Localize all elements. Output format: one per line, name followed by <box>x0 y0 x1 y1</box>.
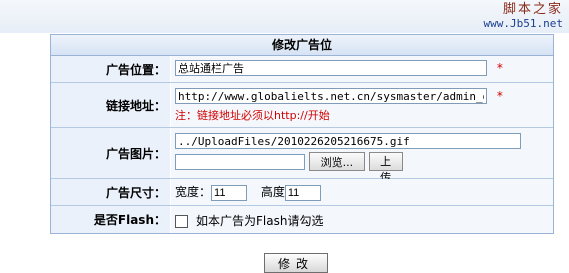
height-label: 高度 <box>260 185 285 199</box>
submit-button[interactable]: 修改 <box>264 253 328 273</box>
top-bar: 脚本之家 www.Jb51.net <box>0 0 569 33</box>
ad-size-label: 广告尺寸： <box>51 179 171 205</box>
ad-edit-panel: 修改广告位 广告位置： * 链接地址： * 注：链接地址必须以http://开始… <box>50 34 554 234</box>
row-is-flash: 是否Flash： 如本广告为Flash请勾选 <box>51 206 553 233</box>
ad-size-cell: 宽度： 高度 <box>171 179 553 205</box>
ad-image-label: 广告图片： <box>51 128 171 178</box>
is-flash-label: 是否Flash： <box>51 206 171 233</box>
row-ad-size: 广告尺寸： 宽度： 高度 <box>51 179 553 206</box>
image-path-input[interactable] <box>175 133 521 149</box>
width-input[interactable] <box>211 184 248 201</box>
row-ad-image: 广告图片： 浏览... 上传 <box>51 128 553 184</box>
ad-position-cell: * <box>171 56 553 82</box>
flash-checkbox-label: 如本广告为Flash请勾选 <box>196 214 324 228</box>
required-mark: * <box>496 61 503 75</box>
link-address-input[interactable] <box>175 88 487 104</box>
site-watermark: 脚本之家 www.Jb51.net <box>484 3 563 31</box>
flash-checkbox[interactable] <box>175 215 188 228</box>
row-ad-position: 广告位置： * <box>51 56 553 83</box>
ad-position-input[interactable] <box>175 60 487 76</box>
link-address-label: 链接地址： <box>51 83 171 127</box>
link-address-cell: * 注：链接地址必须以http://开始 <box>171 83 553 127</box>
upload-button[interactable]: 上传 <box>368 152 403 184</box>
panel-title: 修改广告位 <box>51 35 553 56</box>
link-address-note: 注：链接地址必须以http://开始 <box>175 109 330 122</box>
upload-controls: 浏览... 上传 <box>175 152 549 184</box>
watermark-url: www.Jb51.net <box>483 17 563 30</box>
width-label: 宽度： <box>175 185 212 199</box>
ad-image-cell: 浏览... 上传 <box>171 128 553 184</box>
watermark-title: 脚本之家 <box>502 2 563 17</box>
row-link-address: 链接地址： * 注：链接地址必须以http://开始 <box>51 83 553 128</box>
required-mark: * <box>496 89 503 103</box>
is-flash-cell: 如本广告为Flash请勾选 <box>171 206 553 233</box>
browse-button[interactable]: 浏览... <box>308 152 365 171</box>
height-input[interactable] <box>284 184 321 201</box>
ad-position-label: 广告位置： <box>51 56 171 82</box>
file-input[interactable] <box>175 153 305 170</box>
